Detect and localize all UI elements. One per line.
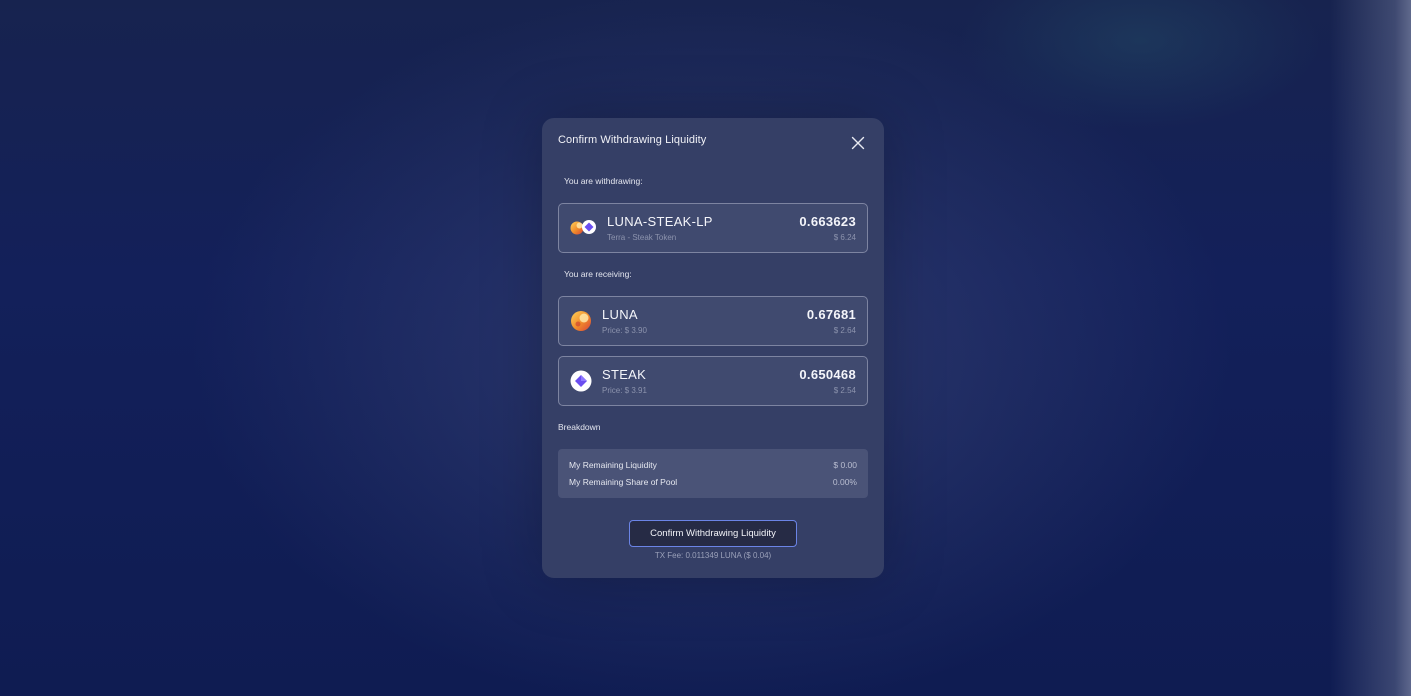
withdraw-token-name: LUNA-STEAK-LP: [607, 214, 713, 229]
receive-token-value-steak: $ 2.54: [833, 386, 856, 395]
withdraw-token-card: LUNA-STEAK-LP Terra - Steak Token 0.6636…: [558, 203, 868, 253]
steak-icon: [570, 370, 592, 392]
breakdown-row-label: My Remaining Share of Pool: [569, 477, 678, 487]
receive-token-amount-luna: 0.67681: [806, 307, 856, 322]
receive-token-card-luna: LUNA Price: $ 3.90 0.67681 $ 2.64: [558, 296, 868, 346]
receive-token-amount-steak: 0.650468: [799, 367, 856, 382]
breakdown-row-value: $ 0.00: [833, 460, 857, 470]
breakdown-row-label: My Remaining Liquidity: [569, 460, 657, 470]
receive-token-card-steak: STEAK Price: $ 3.91 0.650468 $ 2.54: [558, 356, 868, 406]
receive-token-name-luna: LUNA: [602, 307, 638, 322]
modal-title: Confirm Withdrawing Liquidity: [558, 134, 707, 146]
breakdown-row-remaining-share: My Remaining Share of Pool 0.00%: [569, 477, 857, 487]
receive-token-price-steak: Price: $ 3.91: [602, 386, 647, 395]
close-icon: [851, 136, 865, 150]
withdrawing-label: You are withdrawing:: [564, 176, 643, 186]
breakdown-box: My Remaining Liquidity $ 0.00 My Remaini…: [558, 449, 868, 498]
confirm-withdraw-button[interactable]: Confirm Withdrawing Liquidity: [629, 520, 797, 547]
luna-steak-pair-icon: [569, 217, 599, 239]
receiving-label: You are receiving:: [564, 269, 632, 279]
receive-token-price-luna: Price: $ 3.90: [602, 326, 647, 335]
luna-icon: [570, 310, 592, 332]
receive-token-name-steak: STEAK: [602, 367, 647, 382]
close-button[interactable]: [850, 135, 866, 151]
receive-token-value-luna: $ 2.64: [833, 326, 856, 335]
breakdown-row-value: 0.00%: [832, 477, 857, 487]
withdraw-token-amount: 0.663623: [799, 214, 856, 229]
withdraw-token-value: $ 6.24: [833, 233, 856, 242]
confirm-withdraw-modal: Confirm Withdrawing Liquidity You are wi…: [542, 118, 884, 578]
tx-fee: TX Fee: 0.011349 LUNA ($ 0.04): [654, 551, 772, 560]
withdraw-token-subtitle: Terra - Steak Token: [607, 233, 677, 242]
breakdown-label: Breakdown: [558, 422, 601, 432]
breakdown-row-remaining-liquidity: My Remaining Liquidity $ 0.00: [569, 460, 857, 470]
